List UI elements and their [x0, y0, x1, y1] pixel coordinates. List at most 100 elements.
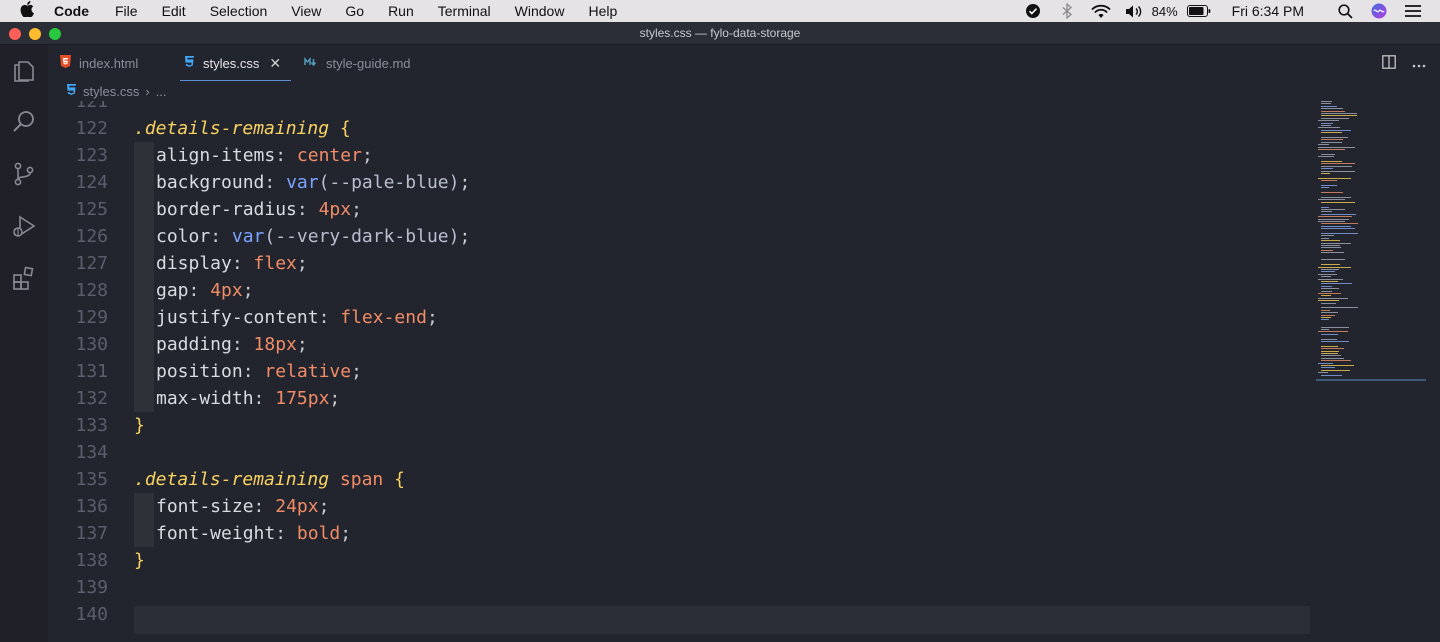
code-line[interactable]: 138} [48, 547, 1310, 574]
code-token: var [231, 226, 265, 247]
volume-icon[interactable] [1118, 0, 1152, 22]
code-line[interactable]: 139 [48, 574, 1310, 601]
code-token: max-width [156, 388, 254, 409]
tab-label: index.html [79, 55, 139, 71]
minimap-line [1318, 144, 1329, 146]
minimap-line [1321, 281, 1338, 282]
run-debug-icon[interactable] [10, 212, 38, 240]
code-token: align-items [156, 145, 276, 166]
menu-selection[interactable]: Selection [198, 0, 280, 22]
code-token: color [156, 226, 211, 247]
check-circle-icon[interactable] [1016, 0, 1050, 22]
minimap-line [1318, 127, 1340, 129]
code-line[interactable]: 128 gap: 4px; [48, 277, 1310, 304]
menu-view[interactable]: View [279, 0, 333, 22]
indent-guide [134, 169, 154, 196]
minimap-line [1321, 101, 1332, 102]
minimap-line [1321, 211, 1332, 213]
source-control-icon[interactable] [10, 160, 38, 188]
code-line[interactable]: 132 max-width: 175px; [48, 385, 1310, 412]
split-editor-icon[interactable] [1382, 54, 1396, 72]
tab-index-html[interactable]: index.html [60, 45, 138, 81]
minimap-line [1321, 240, 1340, 242]
window-title: styles.css — fylo-data-storage [639, 26, 801, 40]
code-line[interactable]: 125 border-radius: 4px; [48, 196, 1310, 223]
code-token: padding [156, 334, 232, 355]
code-token: 24px [275, 496, 319, 517]
minimap-line [1321, 357, 1344, 359]
wifi-icon[interactable] [1084, 0, 1118, 22]
minimap-line [1321, 276, 1331, 278]
code-text: } [134, 412, 145, 439]
code-line[interactable]: 137 font-weight: bold; [48, 520, 1310, 547]
menu-window[interactable]: Window [503, 0, 577, 22]
line-number: 127 [75, 253, 108, 274]
control-center-icon[interactable] [1396, 0, 1430, 22]
minimap-line [1321, 247, 1341, 249]
code-token: bold [296, 523, 341, 544]
code-text: .details-remaining span { [134, 466, 405, 493]
minimap-line [1321, 223, 1358, 225]
line-number: 138 [75, 550, 108, 571]
code-token: ; [426, 307, 438, 328]
minimap-line [1321, 153, 1335, 155]
tab-style-guide-md[interactable]: style-guide.md [304, 45, 411, 81]
menu-go[interactable]: Go [333, 0, 376, 22]
minimap-line [1318, 120, 1339, 122]
menu-help[interactable]: Help [576, 0, 629, 22]
code-token: font-size [156, 496, 254, 517]
code-token: ; [329, 388, 341, 409]
menu-run[interactable]: Run [376, 0, 426, 22]
code-line[interactable]: 135 .details-remaining span { [48, 466, 1310, 493]
editor-tab-bar: index.html styles.css ✕ style-guide.md [48, 45, 1440, 81]
code-token: ; [459, 226, 471, 247]
menu-app-code[interactable]: Code [54, 0, 103, 22]
code-line[interactable]: 129 justify-content: flex-end; [48, 304, 1310, 331]
code-text: background: var(--pale-blue); [156, 169, 470, 196]
code-line[interactable]: 122 .details-remaining { [48, 115, 1310, 142]
bluetooth-icon[interactable] [1050, 0, 1084, 22]
more-actions-icon[interactable] [1412, 55, 1426, 71]
menu-bar-clock[interactable]: Fri 6:34 PM [1216, 3, 1328, 19]
tab-styles-css[interactable]: styles.css ✕ [180, 45, 292, 81]
battery-icon[interactable] [1182, 0, 1216, 22]
code-line[interactable]: 134 [48, 439, 1310, 466]
code-line[interactable]: 123 align-items: center; [48, 142, 1310, 169]
code-line[interactable]: 136 font-size: 24px; [48, 493, 1310, 520]
explorer-files-icon[interactable] [10, 56, 38, 84]
menu-file[interactable]: File [103, 0, 150, 22]
menu-terminal[interactable]: Terminal [426, 0, 503, 22]
code-line[interactable]: 126 color: var(--very-dark-blue); [48, 223, 1310, 250]
minimap[interactable] [1316, 101, 1428, 391]
menu-bar-tray: 84% Fri 6:34 PM [1016, 0, 1440, 22]
breadcrumb-symbols[interactable]: ... [156, 84, 167, 99]
menu-edit[interactable]: Edit [150, 0, 198, 22]
code-line[interactable]: 130 padding: 18px; [48, 331, 1310, 358]
minimap-line [1321, 192, 1343, 194]
code-editor[interactable]: 121 122 .details-remaining { 123 align-items… [48, 101, 1310, 642]
code-line[interactable]: 131 position: relative; [48, 358, 1310, 385]
code-line[interactable]: 133} [48, 412, 1310, 439]
code-token: : [318, 307, 341, 328]
code-line[interactable]: 121 [48, 101, 1310, 115]
extensions-icon[interactable] [10, 264, 38, 292]
minimap-line [1321, 365, 1354, 366]
apple-logo-icon[interactable] [0, 1, 54, 21]
siri-icon[interactable] [1362, 0, 1396, 22]
minimap-line [1321, 165, 1352, 167]
tab-close-icon[interactable]: ✕ [269, 55, 281, 72]
code-line[interactable]: 124 background: var(--pale-blue); [48, 169, 1310, 196]
code-token: ; [296, 334, 308, 355]
code-token: flex [253, 253, 297, 274]
minimap-line [1321, 374, 1342, 376]
code-line[interactable]: 140 [48, 601, 1310, 628]
code-line[interactable]: 127 display: flex; [48, 250, 1310, 277]
search-icon[interactable] [10, 108, 38, 136]
line-number: 123 [75, 145, 108, 166]
indent-guide [134, 142, 154, 169]
minimap-slider[interactable] [1316, 379, 1426, 381]
breadcrumb-file[interactable]: styles.css [83, 84, 139, 99]
spotlight-search-icon[interactable] [1328, 0, 1362, 22]
indent-guide [134, 358, 154, 385]
